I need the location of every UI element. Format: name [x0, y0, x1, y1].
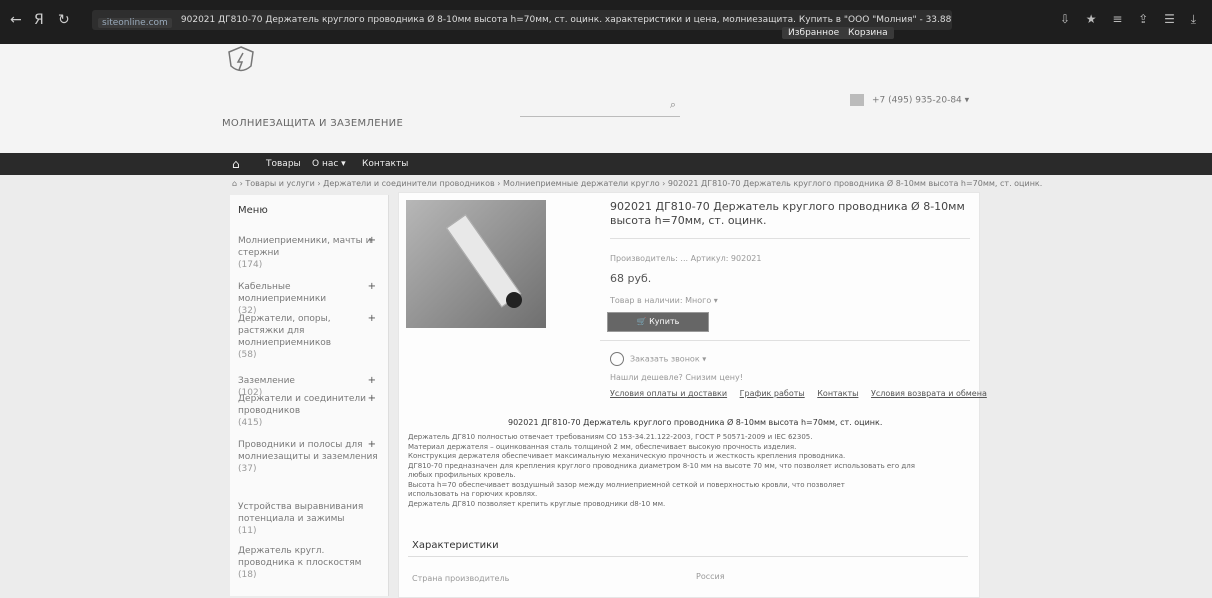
product-description: Держатель ДГ810 полностью отвечает требо…: [408, 433, 968, 509]
sidebar-item-label: Держатель кругл. проводника к плоскостям: [238, 546, 362, 568]
expand-icon[interactable]: +: [368, 393, 376, 405]
callback-text: Заказать звонок ▾: [630, 354, 707, 364]
browser-toolbar: ← Я ↻ siteonline.com 902021 ДГ810-70 Дер…: [0, 0, 1212, 44]
logo-text[interactable]: МОЛНИЕЗАЩИТА И ЗАЗЕМЛЕНИЕ: [222, 118, 403, 129]
sidebar-item[interactable]: Кабельные молниеприемники (32) +: [238, 281, 378, 317]
info-links: Условия оплаты и доставки График работы …: [610, 389, 997, 398]
expand-icon[interactable]: +: [368, 439, 376, 451]
description-title: 902021 ДГ810-70 Держатель круглого прово…: [508, 418, 883, 427]
add-to-cart-button[interactable]: 🛒 Купить: [607, 312, 709, 332]
found-cheaper-link[interactable]: Нашли дешевле? Снизим цену!: [610, 373, 743, 382]
description-line: любых профильных кровель.: [408, 471, 516, 479]
product-title: 902021 ДГ810-70 Держатель круглого прово…: [610, 200, 965, 227]
bolt-shape: [506, 292, 522, 308]
description-line: ДГ810-70 предназначен для крепления круг…: [408, 461, 915, 470]
link-returns[interactable]: Условия возврата и обмена: [871, 389, 987, 398]
sidebar-item-count: (11): [238, 526, 257, 536]
home-icon[interactable]: ⌂: [232, 157, 240, 171]
sidebar-item-count: (18): [238, 570, 257, 580]
characteristics-row: Страна производитель Россия: [412, 572, 952, 583]
sidebar-title: Меню: [238, 205, 268, 216]
reload-icon[interactable]: ↻: [58, 12, 70, 28]
description-line: Держатель ДГ810 позволяет крепить круглы…: [408, 499, 666, 508]
phone-icon: [610, 352, 624, 366]
sidebar-item-label: Держатели и соединители проводников: [238, 394, 367, 416]
sidebar-item[interactable]: Держатели и соединители проводников (415…: [238, 393, 378, 429]
nav-products[interactable]: Товары: [266, 159, 301, 169]
back-icon[interactable]: ←: [10, 12, 22, 28]
expand-icon[interactable]: +: [368, 313, 376, 325]
sidebar-item-label: Кабельные молниеприемники: [238, 282, 327, 304]
yandex-icon[interactable]: Я: [34, 12, 44, 28]
expand-icon[interactable]: +: [368, 235, 376, 247]
product-meta: Производитель: ... Артикул: 902021: [610, 254, 762, 263]
char-label: Страна производитель: [412, 574, 510, 583]
sidebar-item[interactable]: Молниеприемники, мачты и стержни (174) +: [238, 235, 378, 271]
bookmark-cart[interactable]: Корзина: [842, 27, 894, 39]
product-photo[interactable]: [406, 200, 546, 328]
expand-icon[interactable]: +: [368, 281, 376, 293]
breadcrumb[interactable]: ⌂ › Товары и услуги › Держатели и соедин…: [232, 179, 1042, 188]
sidebar-item-label: Держатели, опоры, растяжки для молниепри…: [238, 314, 332, 348]
sidebar-item[interactable]: Устройства выравнивания потенциала и заж…: [238, 501, 378, 537]
expand-icon[interactable]: +: [368, 375, 376, 387]
description-line: Материал держателя – оцинкованная сталь …: [408, 442, 797, 451]
search-input[interactable]: ⌕: [520, 96, 680, 117]
description-line: Конструкция держателя обеспечивает макси…: [408, 452, 846, 460]
sidebar-item[interactable]: Держатели, опоры, растяжки для молниепри…: [238, 313, 378, 361]
callback-link[interactable]: Заказать звонок ▾: [610, 352, 706, 366]
link-contacts[interactable]: Контакты: [817, 389, 858, 398]
description-line: Высота h=70 обеспечивает воздушный зазор…: [408, 480, 845, 489]
phone-number[interactable]: +7 (495) 935-20-84 ▾: [850, 94, 969, 106]
sidebar-item-label: Молниеприемники, мачты и стержни: [238, 236, 372, 258]
sidebar-item-label: Устройства выравнивания потенциала и заж…: [238, 502, 364, 524]
sidebar-item-label: Проводники и полосы для молниезащиты и з…: [238, 440, 378, 462]
link-working-hours[interactable]: График работы: [740, 389, 805, 398]
bookmark-favorites[interactable]: Избранное: [782, 27, 846, 39]
nav-contacts[interactable]: Контакты: [362, 159, 408, 169]
sidebar-item[interactable]: Проводники и полосы для молниезащиты и з…: [238, 439, 378, 475]
product-price: 68 руб.: [610, 272, 652, 285]
phone-text: +7 (495) 935-20-84 ▾: [872, 95, 970, 106]
shield-logo-icon[interactable]: [228, 46, 254, 76]
divider: [408, 556, 968, 557]
page-tab-title: 902021 ДГ810-70 Держатель круглого прово…: [180, 15, 952, 25]
sidebar-item-count: (174): [238, 260, 263, 270]
browser-extension-icons[interactable]: ⇩ ★ ≡ ⇪ ☰ ⤓: [1060, 12, 1202, 27]
char-value: Россия: [696, 572, 725, 581]
sidebar-item-count: (415): [238, 418, 263, 428]
sidebar-item-count: (37): [238, 464, 257, 474]
nav-about[interactable]: О нас ▾: [312, 159, 346, 169]
description-line: Держатель ДГ810 полностью отвечает требо…: [408, 433, 813, 441]
sidebar-item-label: Заземление: [238, 376, 295, 386]
stock-status[interactable]: Товар в наличии: Много ▾: [610, 296, 718, 305]
sidebar-item[interactable]: Держатель кругл. проводника к плоскостям…: [238, 545, 378, 581]
search-icon[interactable]: ⌕: [670, 98, 676, 112]
url-domain[interactable]: siteonline.com: [98, 18, 172, 28]
divider: [610, 238, 970, 239]
divider: [600, 340, 970, 341]
link-payment-delivery[interactable]: Условия оплаты и доставки: [610, 389, 727, 398]
description-line: использовать на горючих кровлях.: [408, 490, 538, 498]
category-sidebar: Меню Молниеприемники, мачты и стержни (1…: [230, 195, 389, 596]
calendar-icon: [850, 94, 864, 106]
sidebar-item-count: (58): [238, 350, 257, 360]
main-navigation: ⌂ Товары О нас ▾ Контакты: [0, 153, 1212, 175]
characteristics-title: Характеристики: [412, 540, 499, 551]
